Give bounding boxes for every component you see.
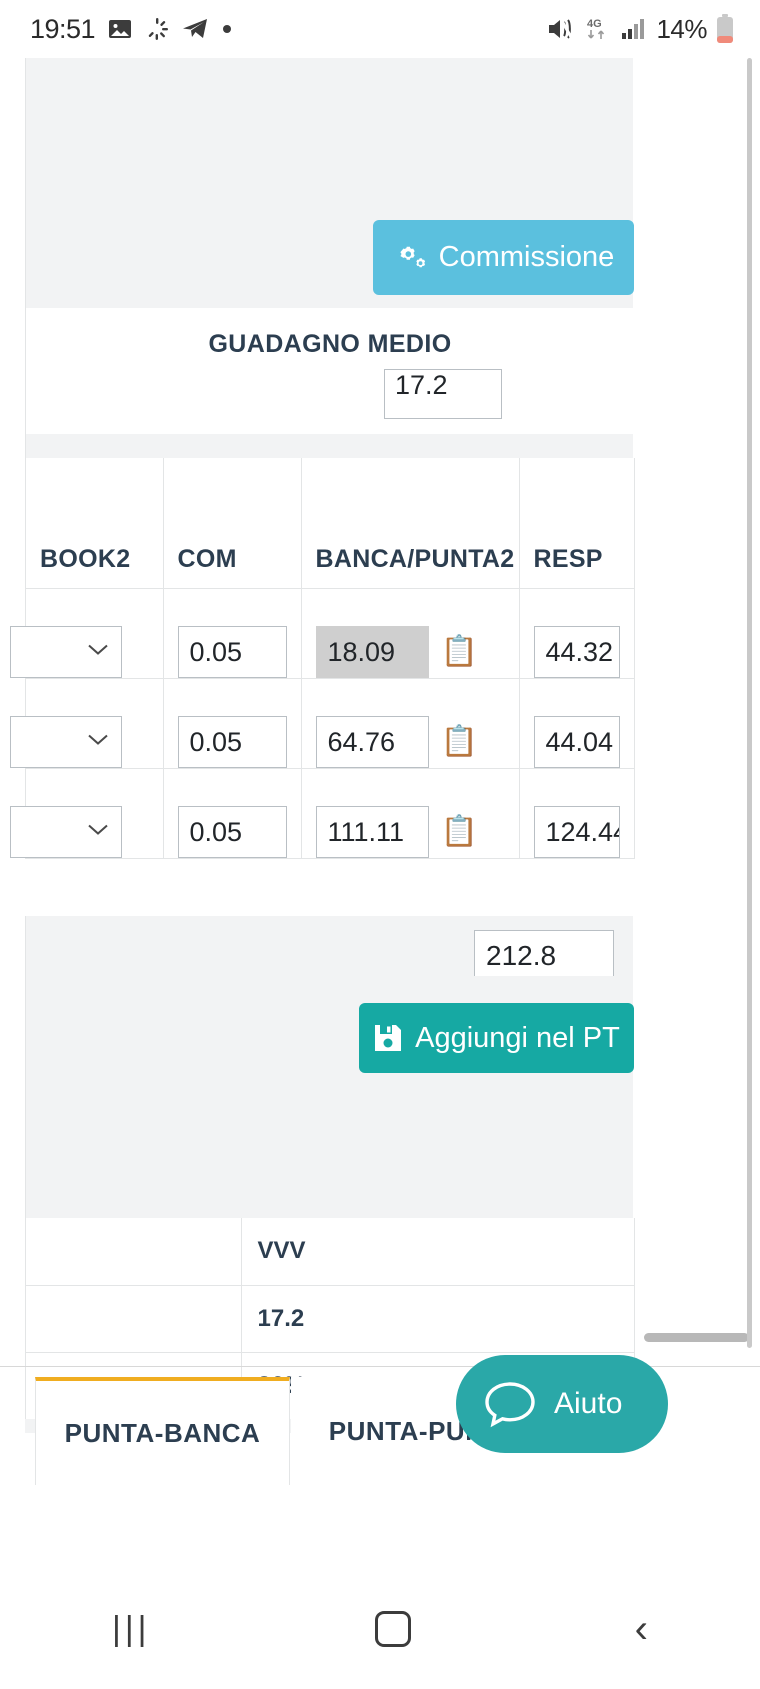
summary-row: VVV: [26, 1218, 635, 1286]
column-header-banca-punta2: BANCA/PUNTA2: [301, 458, 520, 589]
com-input[interactable]: 0.05: [177, 715, 287, 768]
cell-resp: 124.44: [519, 768, 635, 859]
horizontal-scrollbar-thumb[interactable]: [644, 1333, 749, 1342]
help-button[interactable]: Aiuto: [456, 1355, 668, 1453]
chevron-down-icon: [87, 732, 109, 751]
tab-punta-banca-label: PUNTA-BANCA: [64, 1417, 261, 1448]
com-input[interactable]: 0.05: [177, 625, 287, 678]
chat-bubble-icon: [482, 1378, 538, 1430]
battery-icon: [716, 14, 734, 44]
telegram-icon: [182, 17, 208, 41]
loading-spinner-icon: [145, 17, 169, 41]
table-row: 0.05 111.11 📋 124.44: [10, 768, 635, 859]
dot-icon: [221, 23, 233, 35]
battery-percent: 14%: [656, 13, 707, 44]
save-icon: [373, 1023, 403, 1053]
table-header-row: BOOK2 COM BANCA/PUNTA2 RESP: [26, 458, 635, 589]
cell-book2: [10, 768, 164, 859]
clipboard-icon[interactable]: 📋: [441, 726, 478, 757]
book2-select[interactable]: [10, 715, 122, 768]
guadagno-medio-section: GUADAGNO MEDIO 17.2: [25, 308, 633, 434]
web-content: Commissione GUADAGNO MEDIO 17.2 BOOK2 CO…: [0, 58, 760, 1689]
status-clock: 19:51: [30, 13, 96, 44]
resp-input[interactable]: 44.04: [533, 715, 620, 768]
network-4g-icon: 4G: [584, 16, 612, 42]
commissione-panel: Commissione: [25, 58, 634, 308]
book2-select[interactable]: [10, 625, 122, 678]
help-button-label: Aiuto: [554, 1387, 623, 1420]
resp-input[interactable]: 124.44: [533, 805, 620, 858]
table-row: 0.05 64.76 📋 44.04: [10, 678, 635, 769]
cell-com: 0.05: [163, 588, 302, 679]
section-divider: [25, 434, 633, 458]
clipboard-icon[interactable]: 📋: [441, 816, 478, 847]
commissione-button[interactable]: Commissione: [373, 220, 634, 295]
main-table: BOOK2 COM BANCA/PUNTA2 RESP 0.05 18.09 📋…: [10, 458, 635, 859]
vertical-scrollbar-thumb[interactable]: [747, 58, 752, 1348]
table-row: 0.05 18.09 📋 44.32: [10, 588, 635, 679]
add-pt-button-label: Aggiungi nel PT: [415, 1021, 620, 1054]
phone-screen: 19:51 4G 14% Commissione GUADAGNO MEDIO …: [0, 0, 760, 1689]
column-header-resp-label: RESP: [533, 544, 603, 573]
summary-cell-left: [26, 1285, 242, 1353]
recent-apps-button[interactable]: |||: [112, 1610, 151, 1649]
column-header-book2-label: BOOK2: [40, 544, 131, 573]
cell-book2: [10, 588, 164, 679]
guadagno-medio-label: GUADAGNO MEDIO: [208, 330, 452, 358]
cell-banca-punta2: 18.09 📋: [301, 588, 520, 679]
signal-bars-icon: [621, 18, 647, 40]
cell-resp: 44.32: [519, 588, 635, 679]
gears-icon: [393, 243, 427, 273]
cell-resp: 44.04: [519, 678, 635, 769]
summary-cell-left: [26, 1218, 242, 1286]
resp-input[interactable]: 44.32: [533, 625, 620, 678]
banca-punta2-input[interactable]: 111.11: [315, 805, 429, 858]
status-bar-left: 19:51: [30, 14, 233, 45]
summary-cell-right: VVV: [241, 1218, 635, 1286]
banca-punta2-input[interactable]: 64.76: [315, 715, 429, 768]
tab-punta-banca[interactable]: PUNTA-BANCA: [35, 1377, 290, 1485]
clipboard-icon[interactable]: 📋: [441, 636, 478, 667]
svg-text:4G: 4G: [587, 18, 602, 30]
back-button[interactable]: ‹: [635, 1609, 648, 1649]
column-header-com-label: COM: [177, 544, 237, 573]
banca-punta2-input[interactable]: 18.09: [315, 625, 429, 678]
summary-row: 17.2: [26, 1285, 635, 1353]
chevron-down-icon: [87, 642, 109, 661]
add-pt-button[interactable]: Aggiungi nel PT: [359, 1003, 634, 1073]
com-input[interactable]: 0.05: [177, 805, 287, 858]
android-nav-bar: ||| ‹: [0, 1569, 760, 1689]
chevron-down-icon: [87, 822, 109, 841]
cell-banca-punta2: 64.76 📋: [301, 678, 520, 769]
commissione-button-label: Commissione: [438, 241, 615, 273]
book2-select[interactable]: [10, 805, 122, 858]
status-bar: 19:51 4G 14%: [0, 0, 760, 58]
mute-icon: [547, 17, 575, 41]
add-pt-section: Aggiungi nel PT: [25, 976, 634, 1218]
status-bar-right: 4G 14%: [547, 14, 734, 45]
column-header-resp: RESP: [519, 458, 635, 589]
cell-com: 0.05: [163, 768, 302, 859]
cell-com: 0.05: [163, 678, 302, 769]
column-header-banca-punta2-label: BANCA/PUNTA2: [315, 544, 515, 573]
image-icon: [108, 17, 132, 41]
column-header-com: COM: [163, 458, 302, 589]
home-button[interactable]: [374, 1611, 411, 1647]
total-input[interactable]: 212.8: [474, 930, 614, 982]
summary-cell-right: 17.2: [241, 1285, 635, 1353]
column-header-book2: BOOK2: [26, 458, 164, 589]
totals-section: 212.8: [25, 916, 633, 982]
cell-banca-punta2: 111.11 📋: [301, 768, 520, 859]
cell-book2: [10, 678, 164, 769]
guadagno-medio-input[interactable]: 17.2: [384, 369, 502, 419]
